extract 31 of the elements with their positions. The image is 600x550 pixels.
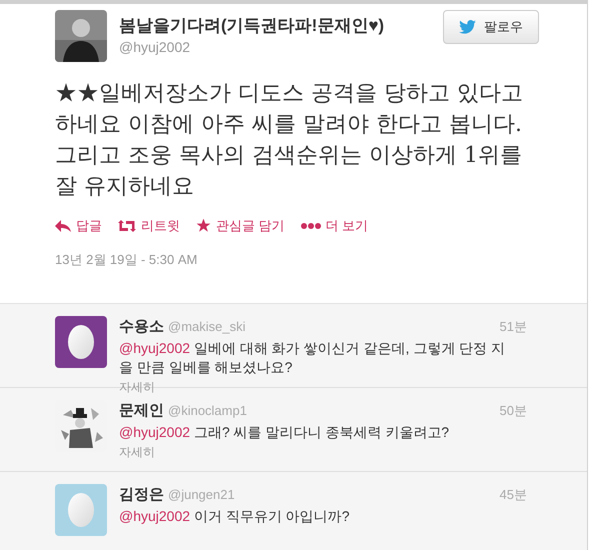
reply-handle: @makise_ski	[168, 318, 246, 336]
reply-user-name: 수용소	[119, 317, 164, 337]
reply-text: @hyuj2002 그래? 씨를 말리다니 종북세력 키울려고?	[119, 422, 450, 442]
user-name: 봄날을기다려(기득권타파!문재인♥)	[119, 15, 386, 37]
details-link[interactable]: 자세히	[119, 442, 155, 460]
mention-link[interactable]: @hyuj2002	[119, 340, 190, 356]
mention-link[interactable]: @hyuj2002	[119, 424, 190, 440]
details-link[interactable]: 자세히	[119, 378, 155, 396]
reply-handle: @jungen21	[168, 486, 235, 504]
reply-handle: @kinoclamp1	[168, 402, 247, 420]
tweet-text: ★★일베저장소가 디도스 공격을 당하고 있다고 하네요 이참에 아주 씨를 말려야 한다고 봅니다. 그리고 조웅 목사의 검색순위는 이상하게 1위를 잘 유지하네요	[55, 80, 524, 201]
reply-user-name: 김정은	[119, 485, 164, 505]
retweet-icon	[118, 220, 136, 232]
more-link[interactable]: 더 보기	[300, 216, 368, 236]
reply-time: 51분	[500, 318, 527, 336]
reply-time: 45분	[500, 486, 527, 504]
more-dots-icon	[300, 222, 321, 229]
reply-arrow-icon	[55, 220, 71, 232]
reply-text: @hyuj2002 이거 직무유기 아입니까?	[119, 506, 351, 526]
follow-button[interactable]: 팔로우	[443, 10, 539, 44]
reply-time: 50분	[500, 402, 527, 420]
reply-link[interactable]: 답글	[55, 216, 102, 236]
reply-text: @hyuj2002 일베에 대해 화가 쌓이신거 같은데, 그렇게 단정 지을 만큼 일베를 해보셨나요?	[119, 338, 506, 376]
user-handle: @hyuj2002	[119, 38, 192, 57]
tweet-timestamp: 13년 2월 19일 - 5:30 AM	[55, 250, 198, 268]
mention-link[interactable]: @hyuj2002	[119, 508, 190, 524]
retweet-link[interactable]: 리트윗	[118, 216, 180, 236]
star-icon	[196, 218, 211, 234]
favorite-link[interactable]: 관심글 담기	[196, 216, 285, 236]
reply-user-name: 문제인	[119, 401, 164, 421]
bird-icon	[459, 20, 476, 34]
